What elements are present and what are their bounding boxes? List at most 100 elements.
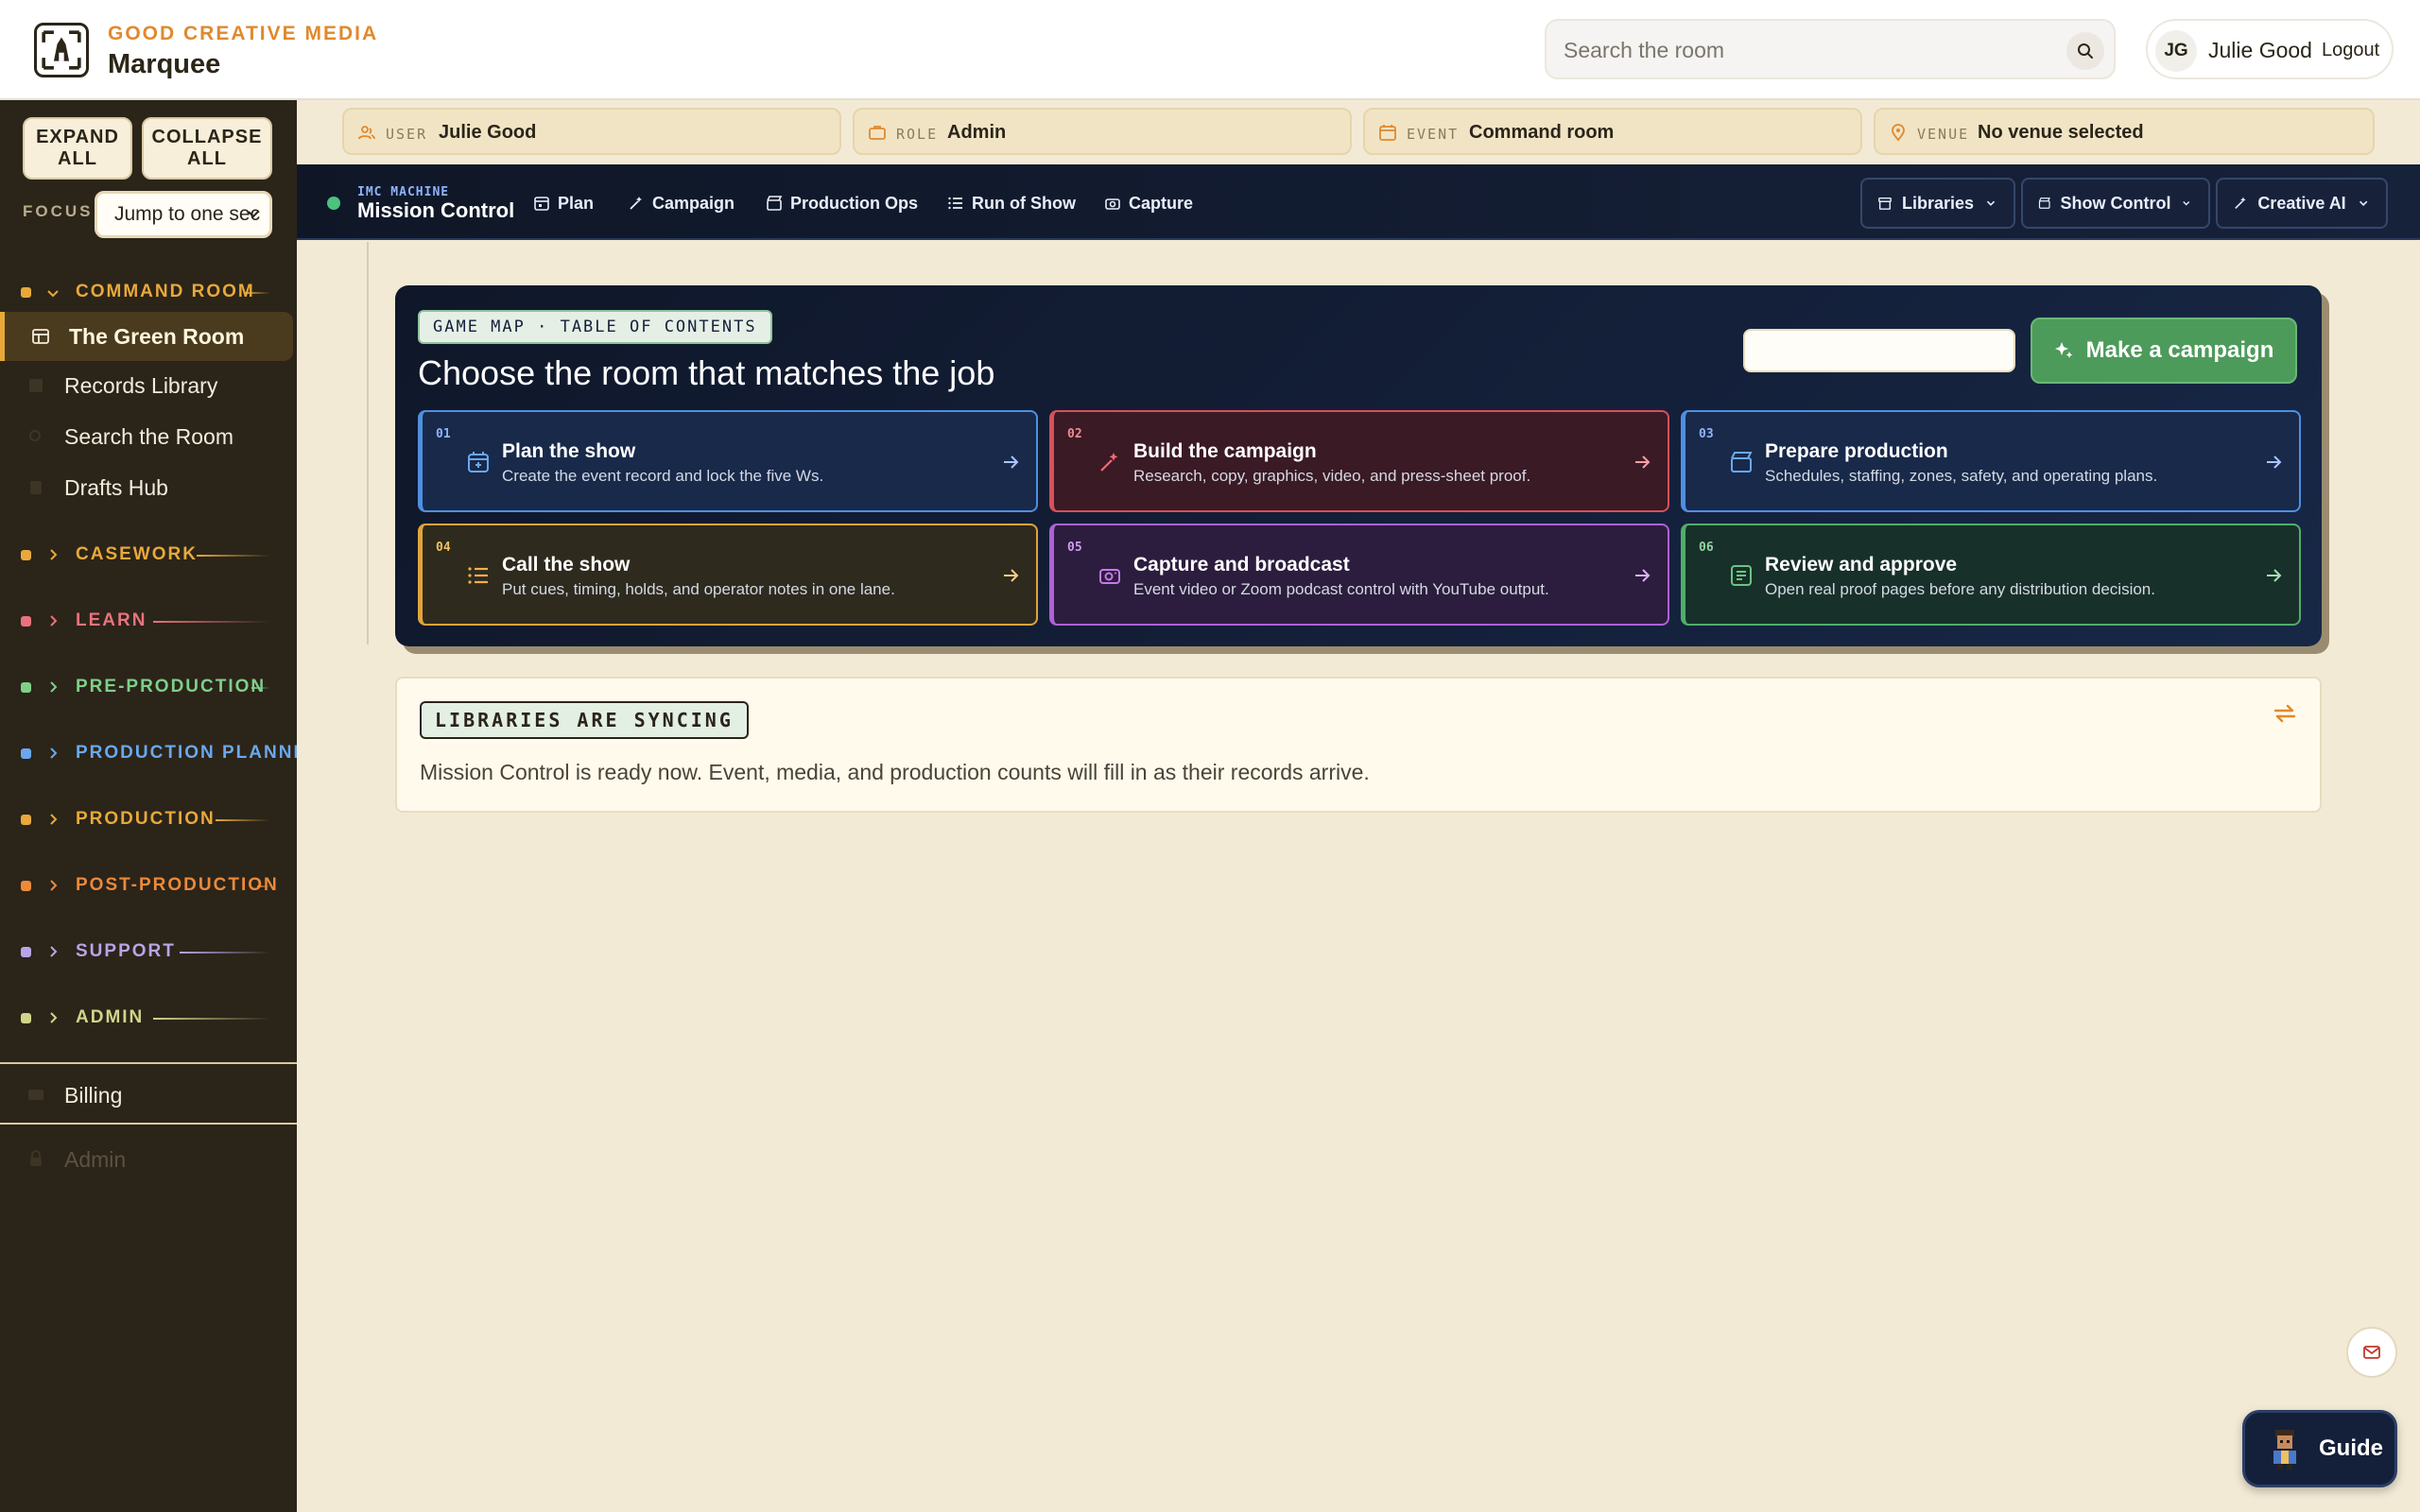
card-description: Event video or Zoom podcast control with… (1133, 580, 1549, 598)
sync-badge: LIBRARIES ARE SYNCING (420, 701, 749, 739)
room-card-call-show[interactable]: 04 Call the show Put cues, timing, holds… (418, 524, 1038, 626)
guide-avatar-icon (2273, 1430, 2296, 1469)
card-description: Put cues, timing, holds, and operator no… (502, 580, 895, 598)
focus-select[interactable]: Jump to one sec (95, 191, 272, 238)
chevron-down-icon (248, 211, 259, 218)
arrow-right-icon (1004, 455, 1019, 469)
search-button[interactable] (2066, 32, 2104, 70)
logout-link[interactable]: Logout (2322, 40, 2379, 61)
sidebar-item-drafts-hub[interactable]: Drafts Hub (0, 463, 297, 512)
nav-group-production-planning[interactable]: PRODUCTION PLANNING (0, 739, 297, 767)
make-campaign-button[interactable]: Make a campaign (2031, 318, 2297, 384)
room-card-capture-broadcast[interactable]: 05 Capture and broadcast Event video or … (1049, 524, 1669, 626)
context-value: Julie Good (439, 122, 537, 143)
room-card-plan-show[interactable]: 01 Plan the show Create the event record… (418, 410, 1038, 512)
dropdown-label: Creative AI (2257, 193, 2346, 213)
libraries-dropdown[interactable]: Libraries (1860, 178, 2015, 229)
context-event: EVENT Command room (1363, 108, 1862, 155)
clapperboard-icon (767, 196, 783, 211)
nav-link-label: Plan (558, 193, 595, 213)
sidebar-item-label: Admin (64, 1147, 127, 1172)
camera-icon (1105, 198, 1120, 210)
nav-link-label: Run of Show (972, 193, 1076, 213)
context-key: USER (386, 126, 428, 143)
chevron-right-icon (50, 946, 58, 957)
sidebar-item-admin: Admin (0, 1128, 297, 1191)
nav-group-casework[interactable]: CASEWORK (0, 541, 297, 569)
magic-wand-icon (1100, 453, 1118, 472)
user-chip: JG Julie Good Logout (2146, 19, 2394, 79)
sidebar-item-label: Drafts Hub (64, 475, 168, 500)
card-title: Review and approve (1765, 554, 1958, 576)
group-divider (180, 952, 270, 954)
content-rail (367, 242, 369, 644)
context-role: ROLE Admin (853, 108, 1352, 155)
status-dot (327, 197, 340, 210)
room-card-review-approve[interactable]: 06 Review and approve Open real proof pa… (1681, 524, 2301, 626)
group-divider (153, 621, 270, 623)
card-number: 06 (1699, 541, 1714, 555)
group-label: LEARN (76, 610, 147, 630)
search-icon (2078, 43, 2093, 59)
room-card-build-campaign[interactable]: 02 Build the campaign Research, copy, gr… (1049, 410, 1669, 512)
group-divider (244, 292, 270, 294)
search-icon (29, 430, 41, 441)
group-color-dot (21, 682, 31, 693)
nav-group-pre-production[interactable]: PRE-PRODUCTION (0, 673, 297, 701)
nav-group-production[interactable]: PRODUCTION (0, 805, 297, 833)
sidebar-item-label: Search the Room (64, 424, 233, 449)
nav-link-run-of-show[interactable]: Run of Show (947, 189, 1076, 217)
messages-button[interactable] (2346, 1327, 2397, 1378)
sidebar-item-billing[interactable]: Billing (0, 1062, 297, 1125)
guide-button[interactable]: Guide (2242, 1410, 2397, 1487)
nav-group-support[interactable]: SUPPORT (0, 937, 297, 966)
nav-link-plan[interactable]: Plan (533, 189, 594, 217)
creative-ai-dropdown[interactable]: Creative AI (2216, 178, 2388, 229)
list-icon (468, 567, 488, 584)
context-key: ROLE (896, 126, 939, 143)
nav-link-capture[interactable]: Capture (1104, 189, 1193, 217)
chevron-down-icon (2183, 201, 2190, 206)
refresh-icon[interactable] (2271, 699, 2299, 728)
list-icon (948, 197, 962, 210)
chevron-down-icon (1986, 200, 1996, 206)
context-user: USER Julie Good (342, 108, 841, 155)
chevron-right-icon (50, 549, 58, 560)
sidebar-item-search-room[interactable]: Search the Room (0, 412, 297, 461)
group-divider (216, 819, 270, 821)
nav-link-campaign[interactable]: Campaign (628, 189, 735, 217)
nav-group-learn[interactable]: LEARN (0, 607, 297, 635)
search-input[interactable] (1564, 30, 2036, 70)
group-label: SUPPORT (76, 941, 176, 961)
billing-icon (28, 1090, 43, 1100)
group-color-dot (21, 947, 31, 957)
group-divider (153, 1018, 270, 1020)
marquee-logo-icon[interactable] (34, 23, 89, 77)
collapse-all-button[interactable]: COLLAPSE ALL (142, 117, 272, 180)
room-card-prepare-production[interactable]: 03 Prepare production Schedules, staffin… (1681, 410, 2301, 512)
avatar[interactable]: JG (2155, 30, 2197, 72)
sidebar-item-green-room[interactable]: The Green Room (0, 312, 293, 361)
nav-title[interactable]: Mission Control (357, 198, 514, 223)
group-color-dot (21, 1013, 31, 1023)
group-color-dot (21, 287, 31, 298)
nav-group-post-production[interactable]: POST-PRODUCTION (0, 871, 297, 900)
nav-link-production-ops[interactable]: Production Ops (766, 189, 918, 217)
clapperboard-icon (1731, 452, 1753, 472)
nav-group-admin[interactable]: ADMIN (0, 1004, 297, 1032)
expand-all-button[interactable]: EXPAND ALL (23, 117, 132, 180)
card-number: 02 (1067, 427, 1082, 441)
group-divider (257, 885, 270, 887)
video-camera-icon (1099, 569, 1120, 584)
users-icon (358, 126, 375, 140)
sparkles-icon (2054, 342, 2073, 358)
card-description: Open real proof pages before any distrib… (1765, 580, 2155, 598)
group-divider (197, 555, 270, 557)
game-map-badge: GAME MAP · TABLE OF CONTENTS (418, 310, 772, 344)
sidebar-item-records-library[interactable]: Records Library (0, 361, 297, 410)
show-control-dropdown[interactable]: Show Control (2021, 178, 2210, 229)
archive-icon (1878, 197, 1892, 210)
group-label: PRODUCTION PLANNING (76, 743, 297, 763)
campaign-name-input[interactable] (1743, 329, 2015, 372)
nav-group-command-room[interactable]: COMMAND ROOM (0, 278, 297, 306)
